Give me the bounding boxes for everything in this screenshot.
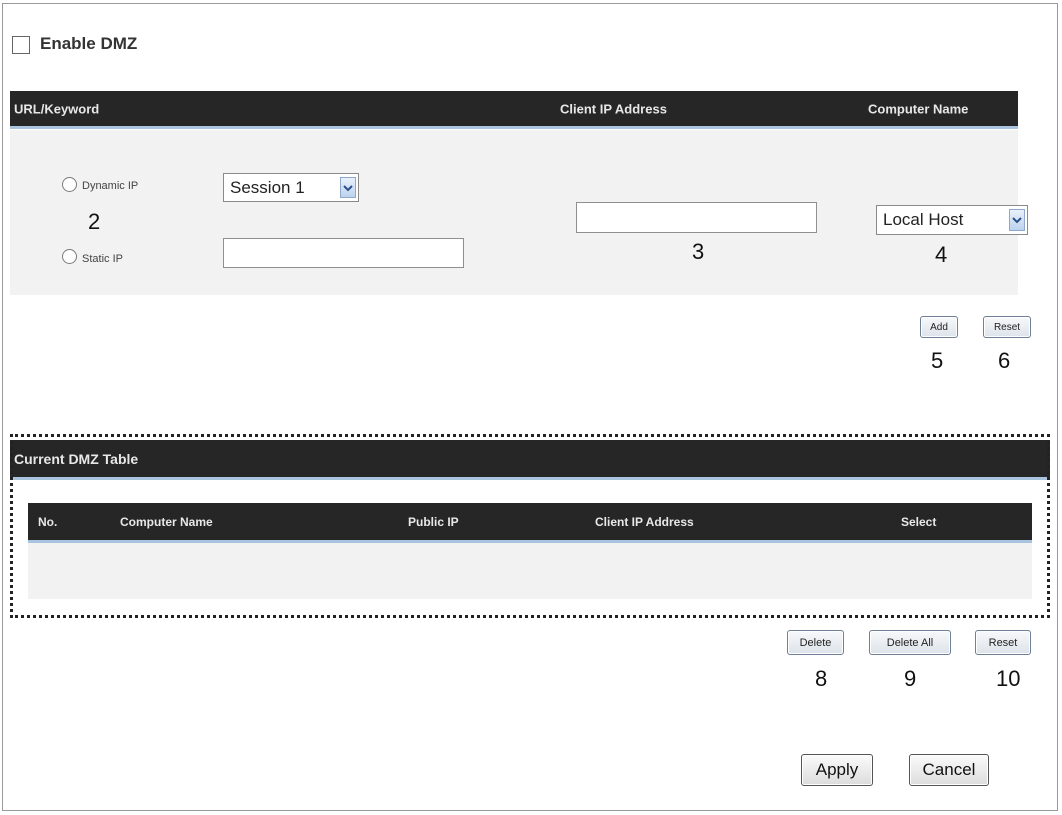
dmz-table-highlight bbox=[10, 434, 1050, 618]
computer-name-select-value: Local Host bbox=[883, 210, 964, 229]
dynamic-ip-radio[interactable] bbox=[62, 177, 77, 192]
callout-5: 5 bbox=[931, 348, 944, 373]
reset-table-button[interactable]: Reset bbox=[975, 630, 1031, 655]
url-keyword-header-bar: URL/Keyword Client IP Address Computer N… bbox=[10, 91, 1018, 129]
client-ip-input[interactable] bbox=[576, 202, 817, 233]
header-url-keyword: URL/Keyword bbox=[14, 101, 100, 116]
add-button[interactable]: Add bbox=[920, 316, 958, 338]
callout-9: 9 bbox=[904, 666, 917, 691]
computer-name-select[interactable]: Local Host bbox=[876, 205, 1028, 235]
reset-button[interactable]: Reset bbox=[983, 316, 1031, 338]
delete-all-button[interactable]: Delete All bbox=[869, 630, 951, 655]
session-select[interactable]: Session 1 bbox=[223, 173, 359, 202]
chevron-down-icon bbox=[340, 177, 356, 198]
cancel-button[interactable]: Cancel bbox=[909, 754, 989, 786]
callout-2: 2 bbox=[88, 209, 101, 234]
callout-4: 4 bbox=[935, 242, 948, 267]
static-ip-input[interactable] bbox=[223, 238, 464, 268]
static-ip-radio[interactable] bbox=[62, 249, 77, 264]
enable-dmz-label: Enable DMZ bbox=[40, 34, 138, 53]
dynamic-ip-label: Dynamic IP bbox=[82, 180, 139, 192]
header-client-ip: Client IP Address bbox=[560, 101, 667, 116]
input-panel bbox=[10, 130, 1018, 295]
static-ip-label: Static IP bbox=[82, 253, 123, 265]
header-computer-name: Computer Name bbox=[868, 101, 969, 116]
callout-6: 6 bbox=[998, 348, 1011, 373]
callout-3: 3 bbox=[692, 239, 705, 264]
session-select-value: Session 1 bbox=[230, 177, 305, 197]
delete-button[interactable]: Delete bbox=[787, 630, 844, 655]
callout-8: 8 bbox=[815, 666, 828, 691]
enable-dmz-checkbox[interactable] bbox=[12, 36, 30, 54]
chevron-down-icon bbox=[1009, 209, 1025, 231]
apply-button[interactable]: Apply bbox=[801, 754, 873, 786]
callout-10: 10 bbox=[996, 666, 1021, 691]
